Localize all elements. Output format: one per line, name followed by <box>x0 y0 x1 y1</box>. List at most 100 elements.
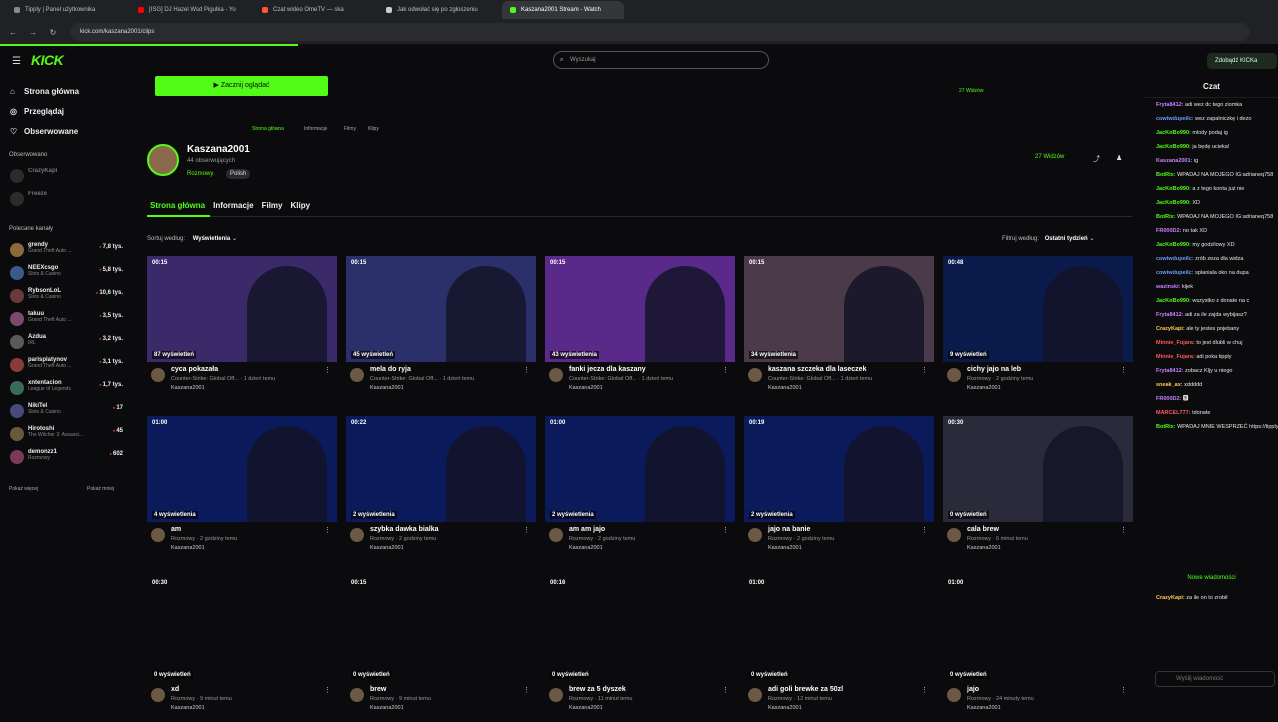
follow-icon[interactable]: ♟ <box>1116 154 1122 162</box>
chat-username[interactable]: Minnie_Fujara: <box>1156 354 1195 360</box>
author-avatar[interactable] <box>151 528 165 542</box>
clip-thumbnail[interactable]: 00:19 2 wyświetlenia <box>744 416 934 522</box>
chat-username[interactable]: FR000D2: <box>1156 396 1181 402</box>
tab-klipy[interactable]: Klipy <box>291 201 311 210</box>
author-avatar[interactable] <box>748 688 762 702</box>
clip-title[interactable]: am <box>171 526 181 533</box>
clip-card[interactable]: 00:15 87 wyświetleń cyca pokazała Counter-S… <box>147 256 337 402</box>
more-options-icon[interactable]: ⋮ <box>324 366 331 374</box>
browser-tab[interactable]: Tipply | Panel użytkownika <box>6 1 128 19</box>
clip-card[interactable]: 00:30 0 wyświetleń xd Rozmowy · 9 minut tem… <box>147 576 337 722</box>
mini-tab[interactable]: Strona główna <box>252 126 284 132</box>
clip-author[interactable]: Kaszana2001 <box>171 705 205 711</box>
share-icon[interactable]: ⤴ <box>1093 154 1100 164</box>
author-avatar[interactable] <box>947 688 961 702</box>
sidebar-item-przeglądaj[interactable]: ◎ Przeglądaj <box>0 102 135 122</box>
more-options-icon[interactable]: ⋮ <box>722 366 729 374</box>
clip-card[interactable]: 00:15 43 wyświetlenia fanki jecza dla kasz… <box>545 256 735 402</box>
chat-username[interactable]: BotRix: <box>1156 424 1176 430</box>
recommended-channel[interactable]: NEEXcsgoSlots & Casino5,8 tys. <box>0 263 135 286</box>
mini-tab[interactable]: Filmy <box>344 126 356 132</box>
followed-channel[interactable]: Freeze <box>0 189 135 212</box>
clip-thumbnail[interactable]: 00:15 0 wyświetleń <box>346 576 536 682</box>
mini-tab[interactable]: Klipy <box>368 126 379 132</box>
clip-card[interactable]: 00:30 0 wyświetleń cala brew Rozmowy · 6 mi… <box>943 416 1133 562</box>
more-options-icon[interactable]: ⋮ <box>1120 686 1127 694</box>
author-avatar[interactable] <box>151 368 165 382</box>
clip-title[interactable]: fanki jecza dla kaszany <box>569 366 646 373</box>
sidebar-item-obserwowane[interactable]: ♡ Obserwowane <box>0 122 135 142</box>
recommended-channel[interactable]: RybsonLoLSlots & Casino10,6 tys. <box>0 286 135 309</box>
clip-thumbnail[interactable]: 01:00 0 wyświetleń <box>744 576 934 682</box>
more-options-icon[interactable]: ⋮ <box>921 686 928 694</box>
new-messages-banner[interactable]: Nowe wiadomości <box>1145 575 1278 581</box>
more-options-icon[interactable]: ⋮ <box>1120 366 1127 374</box>
reload-icon[interactable]: ↻ <box>48 28 58 37</box>
followed-channel[interactable]: CrazyKapi <box>0 166 135 189</box>
chat-username[interactable]: sneak_ax: <box>1156 382 1183 388</box>
recommended-channel[interactable]: HirotoshiThe Witcher 3: Assassi...45 <box>0 424 135 447</box>
forward-icon[interactable]: → <box>28 28 38 37</box>
recommended-channel[interactable]: grendyGrand Theft Auto ...7,8 tys. <box>0 240 135 263</box>
chat-username[interactable]: Fryta8412: <box>1156 368 1184 374</box>
more-options-icon[interactable]: ⋮ <box>324 526 331 534</box>
sort-control[interactable]: Sortuj według: Wyświetlenia ⌄ <box>147 235 237 242</box>
clip-author[interactable]: Kaszana2001 <box>967 385 1001 391</box>
show-less-link[interactable]: Pokaż mniej <box>87 486 114 492</box>
author-avatar[interactable] <box>549 688 563 702</box>
author-avatar[interactable] <box>947 368 961 382</box>
recommended-channel[interactable]: parisplatynovGrand Theft Auto ...3,1 tys… <box>0 355 135 378</box>
category-link[interactable]: Rozmowy <box>187 171 213 177</box>
chat-username[interactable]: JacKoBo990: <box>1156 130 1191 136</box>
more-options-icon[interactable]: ⋮ <box>921 366 928 374</box>
more-options-icon[interactable]: ⋮ <box>523 526 530 534</box>
clip-title[interactable]: adi goli brewke za 50zl <box>768 686 843 693</box>
chat-username[interactable]: JacKoBo990: <box>1156 186 1191 192</box>
clip-author[interactable]: Kaszana2001 <box>569 385 603 391</box>
sidebar-item-strona-główna[interactable]: ⌂ Strona główna <box>0 82 135 102</box>
author-avatar[interactable] <box>549 528 563 542</box>
author-avatar[interactable] <box>350 688 364 702</box>
clip-title[interactable]: kaszana szczeka dla laseczek <box>768 366 866 373</box>
mini-tab[interactable]: Informacje <box>304 126 327 132</box>
clip-thumbnail[interactable]: 00:30 0 wyświetleń <box>147 576 337 682</box>
recommended-channel[interactable]: xntentacionLeague of Legends1,7 tys. <box>0 378 135 401</box>
clip-card[interactable]: 01:00 2 wyświetlenia am am jajo Rozmowy · 2… <box>545 416 735 562</box>
more-options-icon[interactable]: ⋮ <box>1120 526 1127 534</box>
get-kick-button[interactable]: Zdobądź KICKa <box>1207 53 1277 69</box>
clip-thumbnail[interactable]: 00:15 45 wyświetleń <box>346 256 536 362</box>
kick-logo[interactable]: KICK <box>31 52 64 68</box>
clip-author[interactable]: Kaszana2001 <box>370 705 404 711</box>
chat-username[interactable]: JacKoBo990: <box>1156 298 1191 304</box>
chat-username[interactable]: JacKoBo990: <box>1156 144 1191 150</box>
author-avatar[interactable] <box>350 528 364 542</box>
address-bar[interactable]: kick.com/kaszana2001/clips <box>70 23 1250 41</box>
chat-username[interactable]: JacKoBo990: <box>1156 242 1191 248</box>
clip-author[interactable]: Kaszana2001 <box>967 705 1001 711</box>
sort-value[interactable]: Wyświetlenia <box>193 236 231 242</box>
browser-tab[interactable]: Czat wideo OmeTV — ska <box>254 1 376 19</box>
clip-title[interactable]: brew <box>370 686 386 693</box>
recommended-channel[interactable]: takuuGrand Theft Auto ...3,5 tys. <box>0 309 135 332</box>
channel-avatar[interactable] <box>147 144 179 176</box>
chat-username[interactable]: Fryta8412: <box>1156 312 1184 318</box>
clip-card[interactable]: 01:00 0 wyświetleń adi goli brewke za 50zl… <box>744 576 934 722</box>
tab-strona-główna[interactable]: Strona główna <box>150 201 205 210</box>
clip-thumbnail[interactable]: 00:15 43 wyświetlenia <box>545 256 735 362</box>
clip-thumbnail[interactable]: 01:00 0 wyświetleń <box>943 576 1133 682</box>
menu-icon[interactable]: ☰ <box>12 56 21 67</box>
chat-username[interactable]: BotRix: <box>1156 172 1176 178</box>
clip-card[interactable]: 00:22 2 wyświetlenia szybka dawka bialka Ro… <box>346 416 536 562</box>
author-avatar[interactable] <box>151 688 165 702</box>
author-avatar[interactable] <box>549 368 563 382</box>
clip-author[interactable]: Kaszana2001 <box>768 705 802 711</box>
more-options-icon[interactable]: ⋮ <box>722 686 729 694</box>
clip-title[interactable]: am am jajo <box>569 526 605 533</box>
tab-filmy[interactable]: Filmy <box>262 201 283 210</box>
clip-thumbnail[interactable]: 01:00 4 wyświetlenia <box>147 416 337 522</box>
filter-control[interactable]: Filtruj według: Ostatni tydzień ⌄ <box>1002 235 1094 242</box>
chat-username[interactable]: wazinski: <box>1156 284 1180 290</box>
chat-username[interactable]: Minnie_Fujara: <box>1156 340 1195 346</box>
chat-username[interactable]: CrazyKapi: <box>1156 595 1185 601</box>
clip-card[interactable]: 01:00 0 wyświetleń jajo Rozmowy · 24 minuty… <box>943 576 1133 722</box>
